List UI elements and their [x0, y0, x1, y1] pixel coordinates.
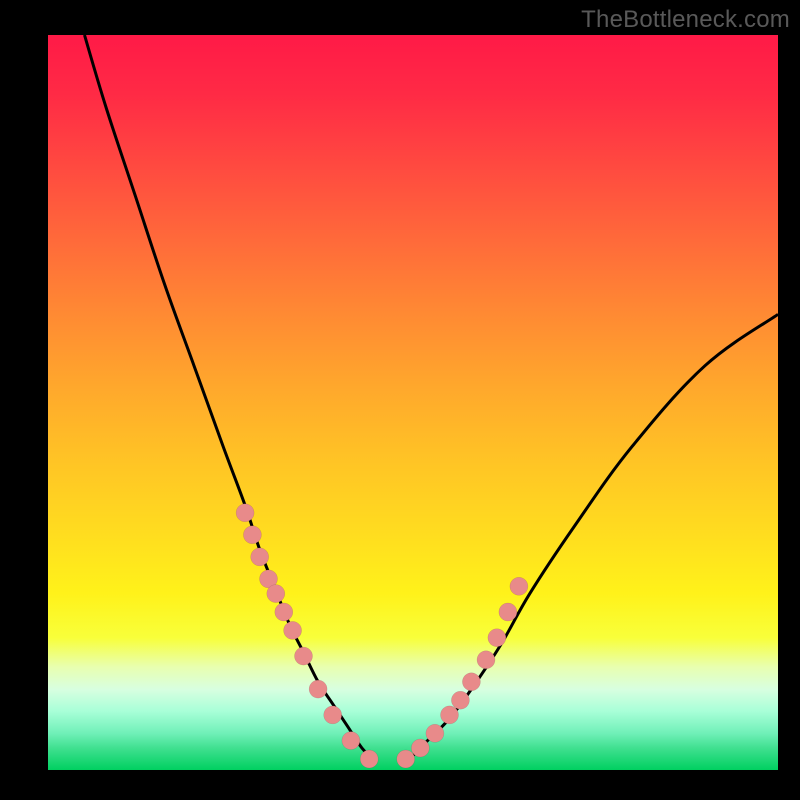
data-point [284, 621, 302, 639]
left-curve [85, 35, 377, 763]
data-point [342, 732, 360, 750]
data-point [499, 603, 517, 621]
data-point [441, 706, 459, 724]
data-point [251, 548, 269, 566]
data-point [295, 647, 313, 665]
data-point [243, 526, 261, 544]
data-point [488, 629, 506, 647]
data-point [275, 603, 293, 621]
watermark-text: TheBottleneck.com [581, 6, 790, 34]
data-point [510, 577, 528, 595]
data-point [324, 706, 342, 724]
data-point [309, 680, 327, 698]
scatter-dots [236, 504, 528, 768]
data-point [397, 750, 415, 768]
data-point [477, 651, 495, 669]
data-point [411, 739, 429, 757]
chart-svg [48, 35, 778, 770]
data-point [451, 691, 469, 709]
data-point [360, 750, 378, 768]
data-point [267, 585, 285, 603]
outer-frame: TheBottleneck.com [0, 0, 800, 800]
data-point [236, 504, 254, 522]
data-point [426, 724, 444, 742]
data-point [462, 673, 480, 691]
